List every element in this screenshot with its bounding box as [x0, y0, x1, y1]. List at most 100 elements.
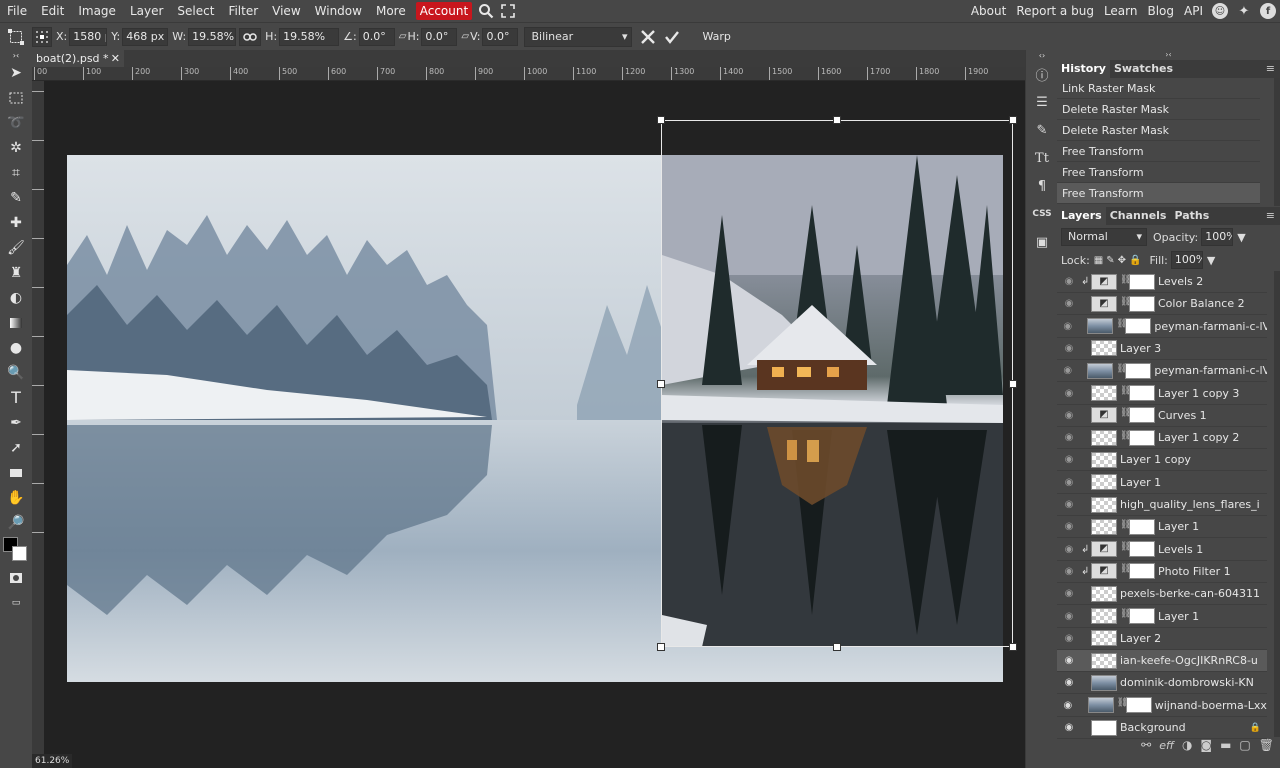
lock-position-icon[interactable]: ✥ — [1118, 255, 1126, 266]
lasso-tool-icon[interactable]: ➰ — [0, 110, 32, 135]
layer-thumbnail[interactable]: ◩ — [1091, 295, 1117, 312]
transform-handle-left[interactable] — [657, 380, 665, 388]
link-about[interactable]: About — [966, 0, 1011, 22]
opacity-input[interactable]: 100% — [1201, 228, 1234, 246]
visibility-eye-icon[interactable]: ◉ — [1057, 432, 1081, 443]
transform-handle-top-left[interactable] — [657, 116, 665, 124]
width-input[interactable]: 19.58% — [188, 27, 237, 46]
twitter-icon[interactable]: ✦ — [1236, 3, 1252, 19]
visibility-eye-icon[interactable]: ◉ — [1057, 321, 1078, 332]
link-proportions-icon[interactable] — [239, 27, 262, 46]
layer-row[interactable]: ◉ ⛓ Layer 1 — [1057, 516, 1267, 539]
skew-h-input[interactable]: 0.0° — [421, 27, 458, 46]
layers-panel-menu-icon[interactable]: ≡ — [1266, 207, 1275, 225]
link-api[interactable]: API — [1179, 0, 1208, 22]
menu-layer[interactable]: Layer — [123, 0, 170, 22]
mask-link-icon[interactable]: ⛓ — [1120, 275, 1131, 289]
fill-dropdown-icon[interactable]: ▼ — [1207, 254, 1215, 267]
visibility-eye-icon[interactable]: ◉ — [1057, 633, 1081, 644]
layer-thumbnail[interactable] — [1091, 652, 1117, 669]
history-item[interactable]: Free Transform — [1057, 141, 1260, 162]
layer-thumbnail[interactable]: ◩ — [1091, 407, 1117, 424]
layer-thumbnail[interactable] — [1091, 719, 1117, 736]
history-item[interactable]: Free Transform — [1057, 183, 1260, 204]
rotation-input[interactable]: 0.0° — [358, 27, 395, 46]
quick-mask-icon[interactable] — [0, 565, 32, 590]
new-group-icon[interactable]: ▬ — [1220, 738, 1231, 752]
visibility-eye-icon[interactable]: ◉ — [1057, 343, 1081, 354]
layer-thumbnail[interactable] — [1087, 318, 1114, 335]
layer-row[interactable]: ◉ ◩ ⛓ Color Balance 2 — [1057, 293, 1267, 316]
x-position-input[interactable]: 1580 px — [69, 27, 108, 46]
skew-v-input[interactable]: 0.0° — [482, 27, 519, 46]
tab-layers[interactable]: Layers — [1057, 207, 1106, 225]
zoom-tool-icon[interactable]: 🔎 — [0, 510, 32, 535]
layer-mask-thumbnail[interactable] — [1125, 697, 1152, 714]
lock-pixels-icon[interactable]: ✎ — [1106, 255, 1114, 266]
layer-mask-thumbnail[interactable] — [1129, 273, 1155, 290]
brush-tool-icon[interactable]: 🖌 — [0, 235, 32, 260]
layer-mask-thumbnail[interactable] — [1129, 608, 1155, 624]
layer-effects-button[interactable]: eff — [1159, 739, 1174, 752]
link-report-bug[interactable]: Report a bug — [1011, 0, 1099, 22]
document-tab[interactable]: boat(2).psd * ✕ — [32, 50, 124, 67]
transform-handle-top-right[interactable] — [1009, 116, 1017, 124]
search-icon[interactable] — [475, 0, 497, 22]
layer-thumbnail[interactable]: ◩ — [1091, 563, 1117, 580]
mask-link-icon[interactable]: ⛓ — [1120, 431, 1131, 445]
layer-row[interactable]: ◉ ↲ ◩ ⛓ Photo Filter 1 — [1057, 561, 1267, 583]
history-panel-menu-icon[interactable]: ≡ — [1266, 60, 1275, 78]
image-icon[interactable]: ▣ — [1026, 228, 1058, 256]
mask-link-icon[interactable]: ⛓ — [1120, 520, 1131, 534]
menu-select[interactable]: Select — [170, 0, 221, 22]
layer-thumbnail[interactable] — [1091, 585, 1117, 602]
history-item[interactable]: Delete Raster Mask — [1057, 99, 1260, 120]
history-item[interactable]: Delete Raster Mask — [1057, 120, 1260, 141]
visibility-eye-icon[interactable]: ◉ — [1057, 722, 1081, 733]
layer-thumbnail[interactable] — [1091, 496, 1117, 513]
character-icon[interactable]: Tt — [1026, 144, 1058, 172]
close-tab-icon[interactable]: ✕ — [111, 50, 120, 67]
layer-row[interactable]: ◉ Layer 3 — [1057, 338, 1267, 360]
visibility-eye-icon[interactable]: ◉ — [1057, 365, 1078, 376]
visibility-eye-icon[interactable]: ◉ — [1057, 521, 1081, 532]
opacity-dropdown-icon[interactable]: ▼ — [1237, 231, 1245, 244]
history-item[interactable]: Free Transform — [1057, 162, 1260, 183]
visibility-eye-icon[interactable]: ◉ — [1057, 276, 1081, 287]
visibility-eye-icon[interactable]: ◉ — [1057, 477, 1081, 488]
blur-tool-icon[interactable]: ● — [0, 335, 32, 360]
layer-mask-thumbnail[interactable] — [1125, 318, 1152, 335]
hand-tool-icon[interactable]: ✋ — [0, 485, 32, 510]
tab-paths[interactable]: Paths — [1170, 207, 1213, 225]
menu-filter[interactable]: Filter — [221, 0, 265, 22]
layer-row[interactable]: ◉ ian-keefe-OgcJIKRnRC8-u — [1057, 650, 1267, 673]
eyedropper-icon[interactable]: ✎ — [0, 185, 32, 210]
layer-row[interactable]: ◉ ◩ ⛓ Curves 1 — [1057, 405, 1267, 427]
link-learn[interactable]: Learn — [1099, 0, 1143, 22]
layer-thumbnail[interactable] — [1091, 674, 1117, 691]
tab-history[interactable]: History — [1057, 60, 1110, 78]
layer-row[interactable]: ◉ Layer 1 — [1057, 472, 1267, 494]
mask-link-icon[interactable]: ⛓ — [1117, 698, 1128, 712]
tab-swatches[interactable]: Swatches — [1110, 60, 1177, 78]
layer-row[interactable]: ◉ ⛓ peyman-farmani-c-lVI6 — [1057, 316, 1267, 338]
eraser-tool-icon[interactable]: ◐ — [0, 285, 32, 310]
link-blog[interactable]: Blog — [1142, 0, 1179, 22]
layer-thumbnail[interactable] — [1091, 518, 1117, 535]
visibility-eye-icon[interactable]: ◉ — [1057, 588, 1081, 599]
pen-tool-icon[interactable]: ✒ — [0, 410, 32, 435]
visibility-eye-icon[interactable]: ◉ — [1057, 655, 1081, 666]
visibility-eye-icon[interactable]: ◉ — [1057, 298, 1081, 309]
layer-thumbnail[interactable] — [1087, 362, 1114, 379]
color-swatches[interactable] — [0, 535, 32, 565]
layer-thumbnail[interactable] — [1091, 608, 1117, 624]
add-mask-icon[interactable]: ◙ — [1200, 738, 1212, 752]
new-layer-icon[interactable]: ▢ — [1239, 738, 1250, 752]
layer-thumbnail[interactable] — [1091, 385, 1117, 401]
layer-row[interactable]: ◉ Layer 1 copy — [1057, 449, 1267, 472]
cancel-transform-icon[interactable] — [638, 29, 658, 45]
adjustments-icon[interactable]: ☰ — [1026, 88, 1058, 116]
mask-link-icon[interactable]: ⛓ — [1120, 297, 1131, 311]
background-color-swatch[interactable] — [12, 546, 27, 561]
fill-input[interactable]: 100% — [1170, 251, 1203, 269]
